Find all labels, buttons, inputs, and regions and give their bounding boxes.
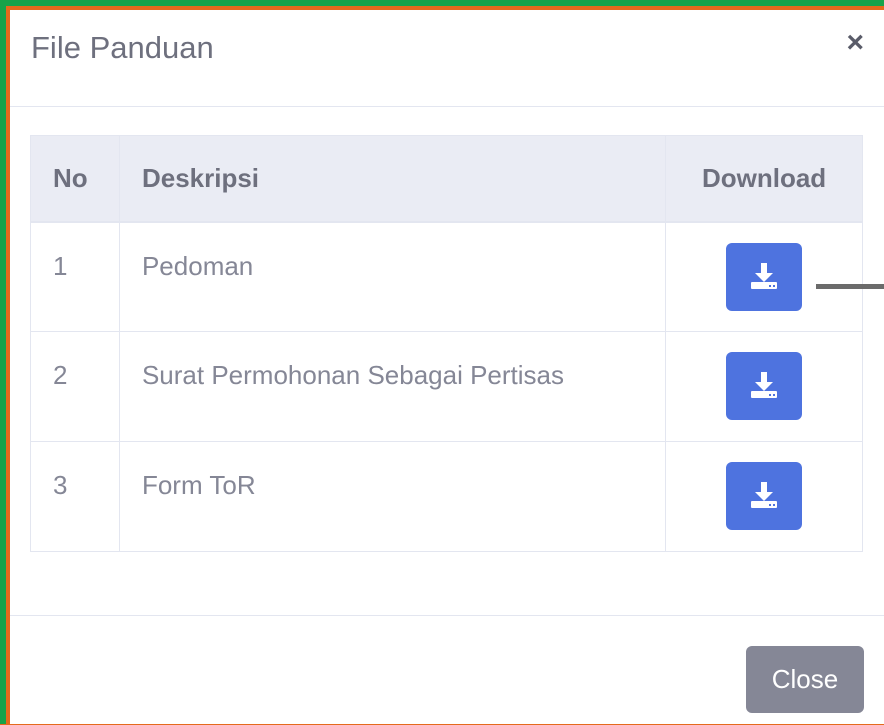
download-cell <box>665 441 863 552</box>
modal-footer: Close <box>10 615 884 725</box>
download-icon <box>751 262 778 289</box>
row-description: Pedoman <box>118 221 667 332</box>
header-download: Download <box>665 135 863 223</box>
modal-body: No Deskripsi Download 1 Pedoman 2 Surat … <box>10 107 884 552</box>
download-cell <box>665 221 863 332</box>
guide-files-table: No Deskripsi Download 1 Pedoman 2 Surat … <box>30 135 863 552</box>
download-button[interactable] <box>726 352 803 420</box>
modal-header: File Panduan × <box>10 10 884 107</box>
table-row: 2 Surat Permohonan Sebagai Pertisas <box>30 331 863 442</box>
row-number: 2 <box>30 331 120 442</box>
table-row: 1 Pedoman <box>30 221 863 332</box>
download-button[interactable] <box>726 242 803 311</box>
row-description: Form ToR <box>118 441 667 552</box>
close-icon[interactable]: × <box>846 28 864 58</box>
modal-title: File Panduan <box>31 30 214 65</box>
close-button[interactable]: Close <box>746 646 864 713</box>
row-description: Surat Permohonan Sebagai Pertisas <box>118 331 667 442</box>
download-cell <box>665 331 863 442</box>
annotation-pointer-line <box>816 284 884 289</box>
file-panduan-modal: File Panduan × No Deskripsi Download 1 P… <box>10 10 884 724</box>
row-number: 3 <box>30 441 120 552</box>
header-no: No <box>30 135 120 223</box>
table-row: 3 Form ToR <box>30 441 863 552</box>
table-header-row: No Deskripsi Download <box>30 135 863 223</box>
download-button[interactable] <box>726 462 803 530</box>
header-deskripsi: Deskripsi <box>118 135 667 223</box>
download-icon <box>751 372 778 398</box>
download-icon <box>751 482 778 508</box>
row-number: 1 <box>30 221 120 332</box>
